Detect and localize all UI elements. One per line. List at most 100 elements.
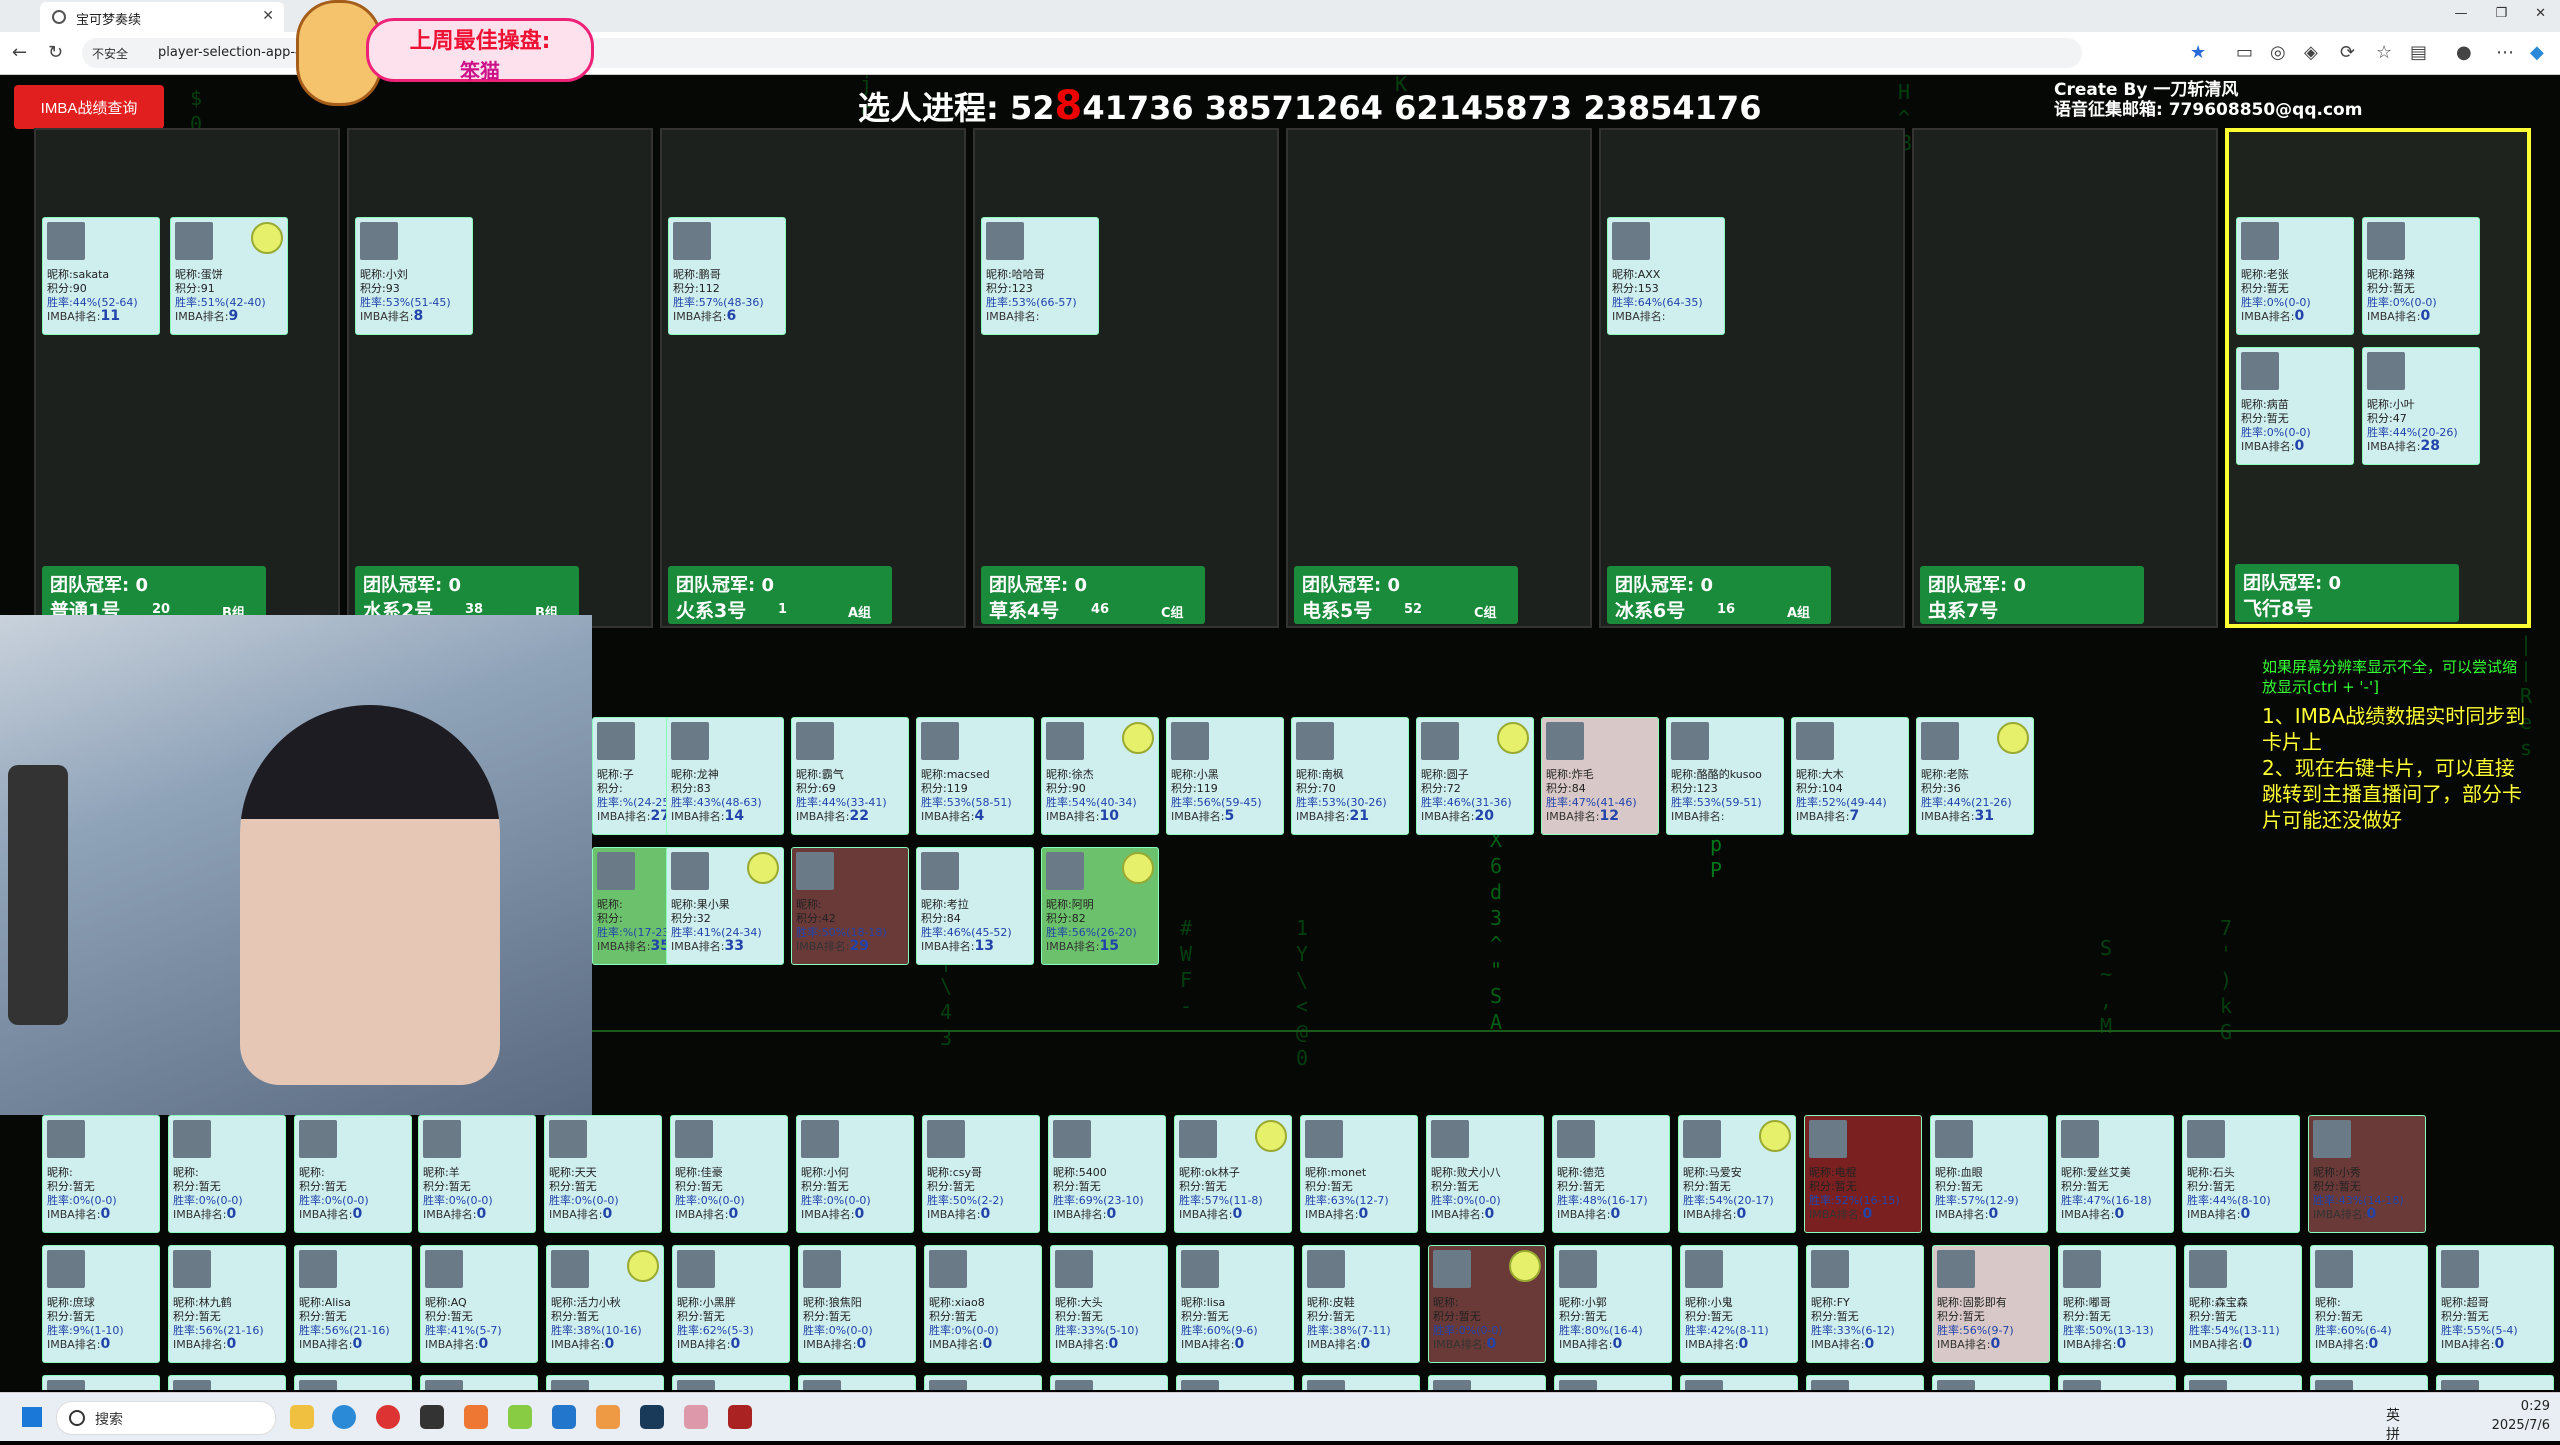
windows-start-icon[interactable] bbox=[22, 1407, 42, 1427]
player-card[interactable]: 昵称:阿明 积分:82 胜率:56%(26-20) IMBA排名:15 bbox=[1041, 847, 1159, 965]
favorite-star-icon[interactable]: ★ bbox=[2190, 42, 2206, 63]
player-card[interactable]: 昵称:小郭 积分:暂无 胜率:80%(16-4) IMBA排名:0 bbox=[1554, 1245, 1672, 1363]
player-card[interactable]: 昵称:佩诺积分:暂无 bbox=[1050, 1375, 1168, 1390]
player-card[interactable]: 昵称:zzy积分:暂无 bbox=[1554, 1375, 1672, 1390]
player-card[interactable]: 昵称:固影即有 积分:暂无 胜率:56%(9-7) IMBA排名:0 bbox=[1932, 1245, 2050, 1363]
favorites-icon[interactable]: ☆ bbox=[2376, 42, 2392, 63]
player-card[interactable]: 昵称:旋草积分:暂无 bbox=[1302, 1375, 1420, 1390]
player-card[interactable]: 昵称:王哥积分:暂无 bbox=[1932, 1375, 2050, 1390]
player-card[interactable]: 昵称:小秀 积分:暂无 胜率:43%(14-18) IMBA排名:0 bbox=[2308, 1115, 2426, 1233]
player-card[interactable]: 昵称:csy哥 积分:暂无 胜率:50%(2-2) IMBA排名:0 bbox=[922, 1115, 1040, 1233]
speaker-icon[interactable] bbox=[1122, 722, 1154, 754]
player-card[interactable]: 昵称: 积分:42 胜率:50%(18-18) IMBA排名:29 bbox=[791, 847, 909, 965]
speaker-icon[interactable] bbox=[251, 222, 283, 254]
player-card[interactable]: 昵称:小叶 积分:47 胜率:44%(20-26) IMBA排名:28 bbox=[2362, 347, 2480, 465]
speaker-icon[interactable] bbox=[1759, 1120, 1791, 1152]
player-card[interactable]: 昵称:霸气 积分:69 胜率:44%(33-41) IMBA排名:22 bbox=[791, 717, 909, 835]
player-card[interactable]: 昵称:森宝森 积分:暂无 胜率:54%(13-11) IMBA排名:0 bbox=[2184, 1245, 2302, 1363]
close-tab-icon[interactable]: ✕ bbox=[262, 8, 274, 24]
player-card[interactable]: 昵称:明天积分:暂无 bbox=[672, 1375, 790, 1390]
file-explorer-icon[interactable] bbox=[290, 1405, 314, 1429]
player-card[interactable]: 昵称:南枫 积分:70 胜率:53%(30-26) IMBA排名:21 bbox=[1291, 717, 1409, 835]
team-panel-6[interactable]: 团队冠军: 0 冰系6号 16 A组 bbox=[1599, 128, 1905, 628]
player-card[interactable]: 昵称:佳豪 积分:暂无 胜率:0%(0-0) IMBA排名:0 bbox=[670, 1115, 788, 1233]
player-card[interactable]: 昵称:马爱安 积分:暂无 胜率:54%(20-17) IMBA排名:0 bbox=[1678, 1115, 1796, 1233]
app-icon[interactable] bbox=[508, 1405, 532, 1429]
player-card[interactable]: 昵称:老陈 积分:36 胜率:44%(21-26) IMBA排名:31 bbox=[1916, 717, 2034, 835]
player-card[interactable]: 昵称:龙神 积分:83 胜率:43%(48-63) IMBA排名:14 bbox=[666, 717, 784, 835]
player-card[interactable]: 昵称: 积分:暂无 胜率:0%(0-0) IMBA排名:0 bbox=[294, 1115, 412, 1233]
player-card[interactable]: 昵称:败犬小八 积分:暂无 胜率:0%(0-0) IMBA排名:0 bbox=[1426, 1115, 1544, 1233]
player-card[interactable]: 昵称:血眼 积分:暂无 胜率:57%(12-9) IMBA排名:0 bbox=[1930, 1115, 2048, 1233]
player-card[interactable]: 昵称:F91积分:暂无 bbox=[2310, 1375, 2428, 1390]
player-card[interactable]: 昵称: 积分:暂无 胜率:60%(6-4) IMBA排名:0 bbox=[2310, 1245, 2428, 1363]
player-card[interactable]: 昵称:sakata 积分:90 胜率:44%(52-64) IMBA排名:11 bbox=[42, 217, 160, 335]
player-card[interactable]: 昵称:大头 积分:暂无 胜率:33%(5-10) IMBA排名:0 bbox=[1050, 1245, 1168, 1363]
imba-stats-query-button[interactable]: IMBA战绩查询 bbox=[14, 85, 164, 129]
team-panel-3[interactable]: 团队冠军: 0 火系3号 1 A组 bbox=[660, 128, 966, 628]
player-card[interactable]: 昵称:庶球 积分:暂无 胜率:9%(1-10) IMBA排名:0 bbox=[42, 1245, 160, 1363]
minimize-icon[interactable]: — bbox=[2454, 6, 2467, 21]
player-card[interactable]: 昵称:查理斯积分:暂无 bbox=[168, 1375, 286, 1390]
speaker-icon[interactable] bbox=[1122, 852, 1154, 884]
app-icon[interactable] bbox=[596, 1405, 620, 1429]
player-card[interactable]: 昵称:蛋饼 积分:91 胜率:51%(42-40) IMBA排名:9 bbox=[170, 217, 288, 335]
close-window-icon[interactable]: ✕ bbox=[2535, 6, 2546, 21]
browser-tab[interactable]: 宝可梦奏续 ✕ bbox=[40, 2, 284, 32]
ime-indicator[interactable]: 英 拼 bbox=[2386, 1407, 2400, 1445]
player-card[interactable]: 昵称:石头 积分:暂无 胜率:44%(8-10) IMBA排名:0 bbox=[2182, 1115, 2300, 1233]
back-icon[interactable]: ← bbox=[12, 42, 27, 63]
player-card[interactable]: 昵称: 积分:暂无 胜率:0%(0-0) IMBA排名:0 bbox=[168, 1115, 286, 1233]
app-icon[interactable] bbox=[552, 1405, 576, 1429]
player-card[interactable]: 昵称:超哥 积分:暂无 胜率:55%(5-4) IMBA排名:0 bbox=[2436, 1245, 2554, 1363]
player-card[interactable]: 昵称:哈哈哥 积分:123 胜率:53%(66-57) IMBA排名: bbox=[981, 217, 1099, 335]
player-card[interactable]: 昵称: 积分:暂无 胜率:0%(0-0) IMBA排名:0 bbox=[42, 1115, 160, 1233]
player-card[interactable]: 昵称:鹏哥 积分:112 胜率:57%(48-36) IMBA排名:6 bbox=[668, 217, 786, 335]
maximize-icon[interactable]: ❐ bbox=[2495, 6, 2507, 21]
player-card[interactable]: 昵称:羊 积分:暂无 胜率:0%(0-0) IMBA排名:0 bbox=[418, 1115, 536, 1233]
player-card[interactable]: 昵称:病苗 积分:暂无 胜率:0%(0-0) IMBA排名:0 bbox=[2236, 347, 2354, 465]
refresh-sync-icon[interactable]: ⟳ bbox=[2340, 42, 2355, 63]
player-card[interactable]: 昵称:AXX 积分:153 胜率:64%(64-35) IMBA排名: bbox=[1607, 217, 1725, 335]
app-icon[interactable] bbox=[420, 1405, 444, 1429]
reload-icon[interactable]: ↻ bbox=[48, 42, 63, 63]
player-card[interactable]: 昵称:ok林子 积分:暂无 胜率:57%(11-8) IMBA排名:0 bbox=[1174, 1115, 1292, 1233]
player-card[interactable]: 昵称:xiao8 积分:暂无 胜率:0%(0-0) IMBA排名:0 bbox=[924, 1245, 1042, 1363]
player-card[interactable]: 昵称:ququ积分:暂无 bbox=[42, 1375, 160, 1390]
player-card[interactable]: 昵称:大木 积分:104 胜率:52%(49-44) IMBA排名:7 bbox=[1791, 717, 1909, 835]
extension-icon[interactable]: ◎ bbox=[2270, 42, 2286, 63]
player-card[interactable]: 昵称:小熊猫积分:4 bbox=[2058, 1375, 2176, 1390]
team-panel-2[interactable]: 团队冠军: 0 水系2号 38 B组 bbox=[347, 128, 653, 628]
player-card[interactable]: 昵称:圆子 积分:72 胜率:46%(31-36) IMBA排名:20 bbox=[1416, 717, 1534, 835]
player-card[interactable]: 昵称: 积分:暂无 胜率:0%(0-0) IMBA排名:0 bbox=[1428, 1245, 1546, 1363]
player-card[interactable]: 昵称:小蝴蝶积分:暂无 bbox=[1428, 1375, 1546, 1390]
player-card[interactable]: 昵称:徐杰 积分:90 胜率:54%(40-34) IMBA排名:10 bbox=[1041, 717, 1159, 835]
speaker-icon[interactable] bbox=[1509, 1250, 1541, 1282]
player-card[interactable]: 昵称:5400 积分:暂无 胜率:69%(23-10) IMBA排名:0 bbox=[1048, 1115, 1166, 1233]
player-card[interactable]: 昵称:电棍 积分:暂无 胜率:52%(16-15) IMBA排名:0 bbox=[1804, 1115, 1922, 1233]
player-card[interactable]: 昵称:lisa 积分:暂无 胜率:60%(9-6) IMBA排名:0 bbox=[1176, 1245, 1294, 1363]
edge-browser-icon[interactable] bbox=[332, 1405, 356, 1429]
player-card[interactable]: 昵称:sccc积分:暂无 bbox=[1176, 1375, 1294, 1390]
player-card[interactable]: 昵称:果小果 积分:32 胜率:41%(24-34) IMBA排名:33 bbox=[666, 847, 784, 965]
player-card[interactable]: 昵称:小鬼 积分:暂无 胜率:42%(8-11) IMBA排名:0 bbox=[1680, 1245, 1798, 1363]
player-card[interactable]: 昵称:Alisa 积分:暂无 胜率:56%(21-16) IMBA排名:0 bbox=[294, 1245, 412, 1363]
player-card[interactable]: 昵称:AQ 积分:暂无 胜率:41%(5-7) IMBA排名:0 bbox=[420, 1245, 538, 1363]
player-card[interactable]: 昵称:郁郁积分:暂无 bbox=[546, 1375, 664, 1390]
team-panel-7[interactable]: 团队冠军: 0 虫系7号 bbox=[1912, 128, 2218, 628]
player-card[interactable]: 昵称:少男达积分:暂无 bbox=[798, 1375, 916, 1390]
player-card[interactable]: 昵称:FY 积分:暂无 胜率:33%(6-12) IMBA排名:0 bbox=[1806, 1245, 1924, 1363]
player-card[interactable]: 昵称:nono积分:暂无 bbox=[420, 1375, 538, 1390]
player-card[interactable]: 昵称:流星积分:暂无 bbox=[1680, 1375, 1798, 1390]
team-panel-5[interactable]: 团队冠军: 0 电系5号 52 C组 bbox=[1286, 128, 1592, 628]
speaker-icon[interactable] bbox=[747, 852, 779, 884]
player-card[interactable]: 昵称:小黑胖 积分:暂无 胜率:62%(5-3) IMBA排名:0 bbox=[672, 1245, 790, 1363]
copilot-icon[interactable]: ◈ bbox=[2304, 42, 2318, 63]
chrome-icon[interactable] bbox=[376, 1405, 400, 1429]
player-card[interactable]: 昵称:29积分:暂无 bbox=[294, 1375, 412, 1390]
app-icon[interactable] bbox=[728, 1405, 752, 1429]
speaker-icon[interactable] bbox=[1997, 722, 2029, 754]
player-card[interactable]: 昵称:炸毛 积分:84 胜率:47%(41-46) IMBA排名:12 bbox=[1541, 717, 1659, 835]
player-card[interactable]: 昵称:老张 积分:暂无 胜率:0%(0-0) IMBA排名:0 bbox=[2236, 217, 2354, 335]
profile-icon[interactable]: ● bbox=[2456, 42, 2472, 63]
